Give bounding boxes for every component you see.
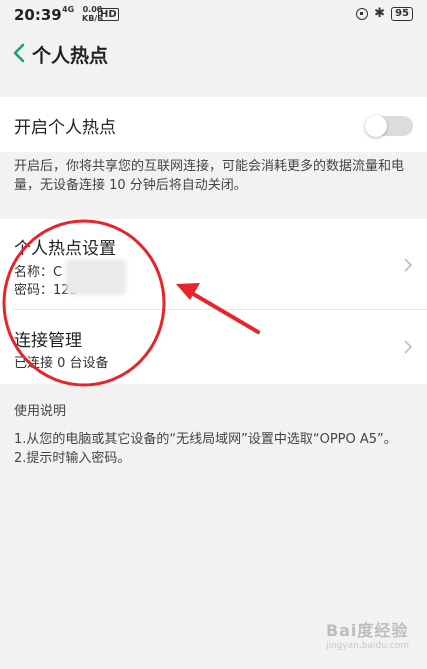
annotation-overlay xyxy=(2,219,260,387)
watermark-logo: Bai度经验 jingyan.baidu.com xyxy=(326,617,409,651)
annotation-circle xyxy=(2,219,166,387)
watermark-url: jingyan.baidu.com xyxy=(325,641,409,651)
annotation-arrow-shaft xyxy=(188,290,260,334)
watermark-text: Bai度经验 xyxy=(325,621,409,640)
